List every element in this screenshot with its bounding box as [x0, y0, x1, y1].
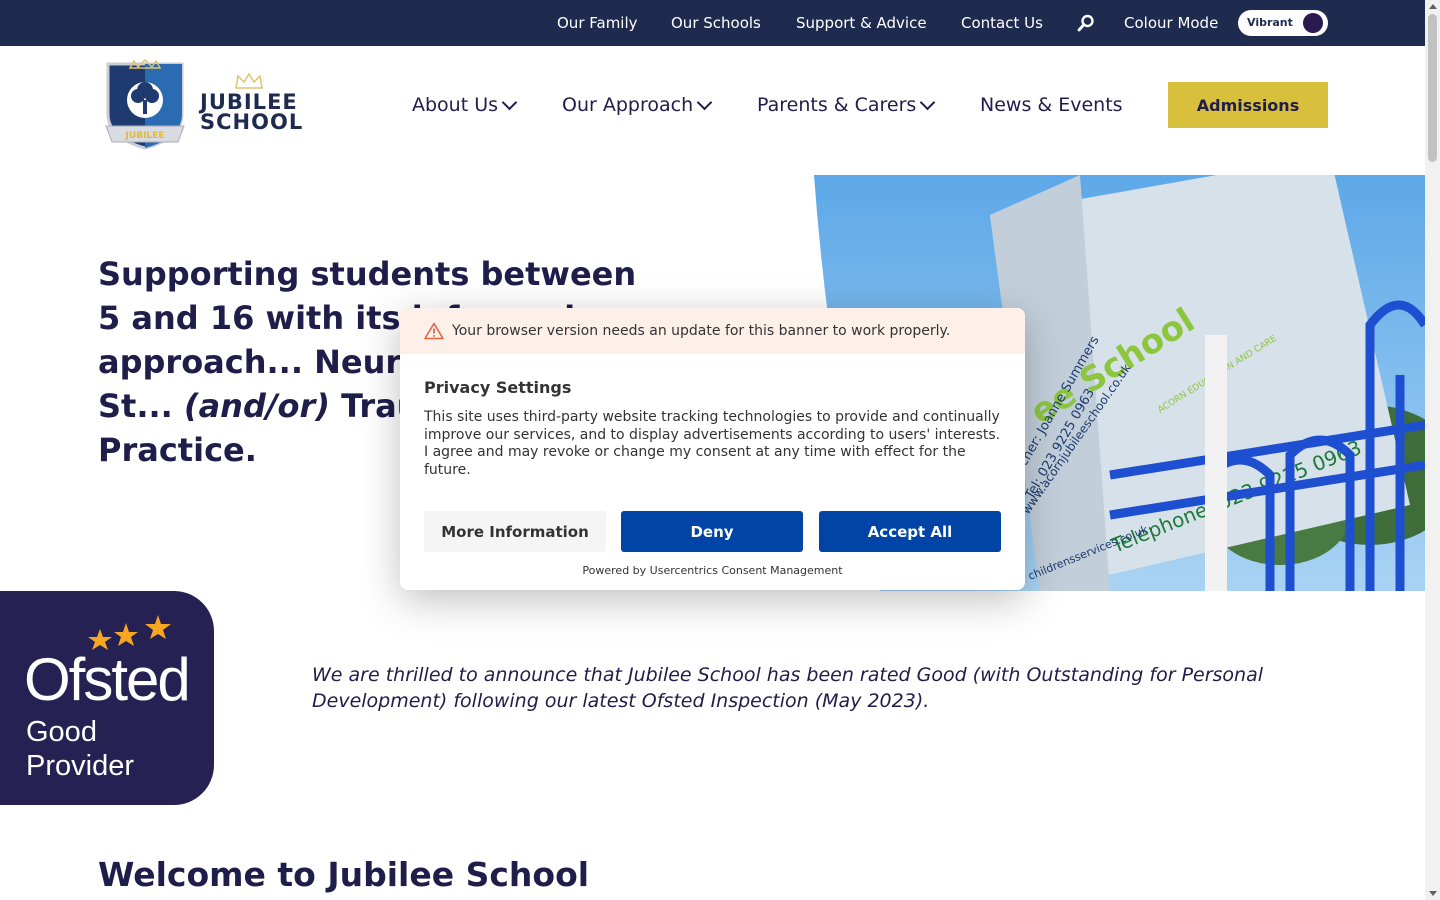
privacy-settings-body: This site uses third-party website track… — [424, 409, 1001, 478]
colour-mode-toggle-label: Vibrant — [1247, 16, 1293, 29]
warning-icon — [424, 322, 444, 340]
topbar-link-our-family[interactable]: Our Family — [557, 14, 638, 32]
ofsted-grade-line2: Provider — [26, 750, 134, 782]
browser-warning-text: Your browser version needs an update for… — [452, 323, 951, 339]
ofsted-grade: Good Provider — [26, 715, 134, 783]
chevron-down-icon — [696, 94, 713, 110]
nav-item-parents-carers[interactable]: Parents & Carers — [757, 94, 936, 116]
ofsted-grade-line1: Good — [26, 716, 97, 748]
welcome-heading: Welcome to Jubilee School — [98, 855, 590, 894]
chevron-down-icon — [501, 94, 518, 110]
admissions-button[interactable]: Admissions — [1168, 82, 1328, 128]
logo-wordmark: JUBILEE SCHOOL — [200, 90, 304, 134]
logo-wordmark-line1: JUBILEE — [200, 90, 298, 114]
privacy-consent-dialog: Your browser version needs an update for… — [400, 308, 1025, 590]
deny-button[interactable]: Deny — [621, 511, 803, 552]
crest-banner-text: JUBILEE — [125, 131, 165, 141]
hero-heading-italic: (and/or) — [183, 387, 330, 425]
nav-item-label: News & Events — [980, 94, 1123, 116]
scrollbar-thumb[interactable] — [1428, 14, 1437, 162]
topbar-link-support-advice[interactable]: Support & Advice — [796, 14, 927, 32]
powered-by-text[interactable]: Powered by Usercentrics Consent Manageme… — [400, 564, 1025, 577]
colour-mode-toggle[interactable]: Vibrant — [1238, 10, 1328, 36]
ofsted-wordmark: Ofsted — [24, 646, 191, 713]
top-utility-bar: Our Family Our Schools Support & Advice … — [0, 0, 1425, 46]
accept-all-button[interactable]: Accept All — [819, 511, 1001, 552]
topbar-link-our-schools[interactable]: Our Schools — [671, 14, 761, 32]
scroll-down-arrow[interactable] — [1429, 891, 1437, 896]
ofsted-announcement: We are thrilled to announce that Jubilee… — [312, 664, 1264, 712]
more-information-button[interactable]: More Information — [424, 511, 606, 552]
nav-item-news-events[interactable]: News & Events — [980, 94, 1123, 116]
browser-warning-banner: Your browser version needs an update for… — [400, 308, 1025, 354]
nav-item-about-us[interactable]: About Us — [412, 94, 518, 116]
page-scrollbar[interactable] — [1425, 0, 1440, 900]
logo-wordmark-line2: SCHOOL — [200, 110, 304, 134]
ofsted-badge: Ofsted Good Provider — [0, 591, 214, 805]
nav-item-label: Our Approach — [562, 94, 694, 116]
crown-icon — [235, 72, 263, 89]
school-logo[interactable]: JUBILEE JUBILEE SCHOOL — [100, 56, 304, 154]
privacy-settings-title: Privacy Settings — [424, 378, 572, 397]
school-crest-icon: JUBILEE — [105, 58, 185, 150]
search-icon[interactable] — [1077, 14, 1095, 36]
nav-item-label: Parents & Carers — [757, 94, 917, 116]
nav-item-label: About Us — [412, 94, 499, 116]
colour-mode-label: Colour Mode — [1124, 14, 1219, 32]
toggle-knob — [1303, 13, 1323, 33]
scroll-up-arrow[interactable] — [1429, 4, 1437, 9]
chevron-down-icon — [920, 94, 936, 110]
topbar-link-contact-us[interactable]: Contact Us — [961, 14, 1043, 32]
nav-item-our-approach[interactable]: Our Approach — [562, 94, 713, 116]
